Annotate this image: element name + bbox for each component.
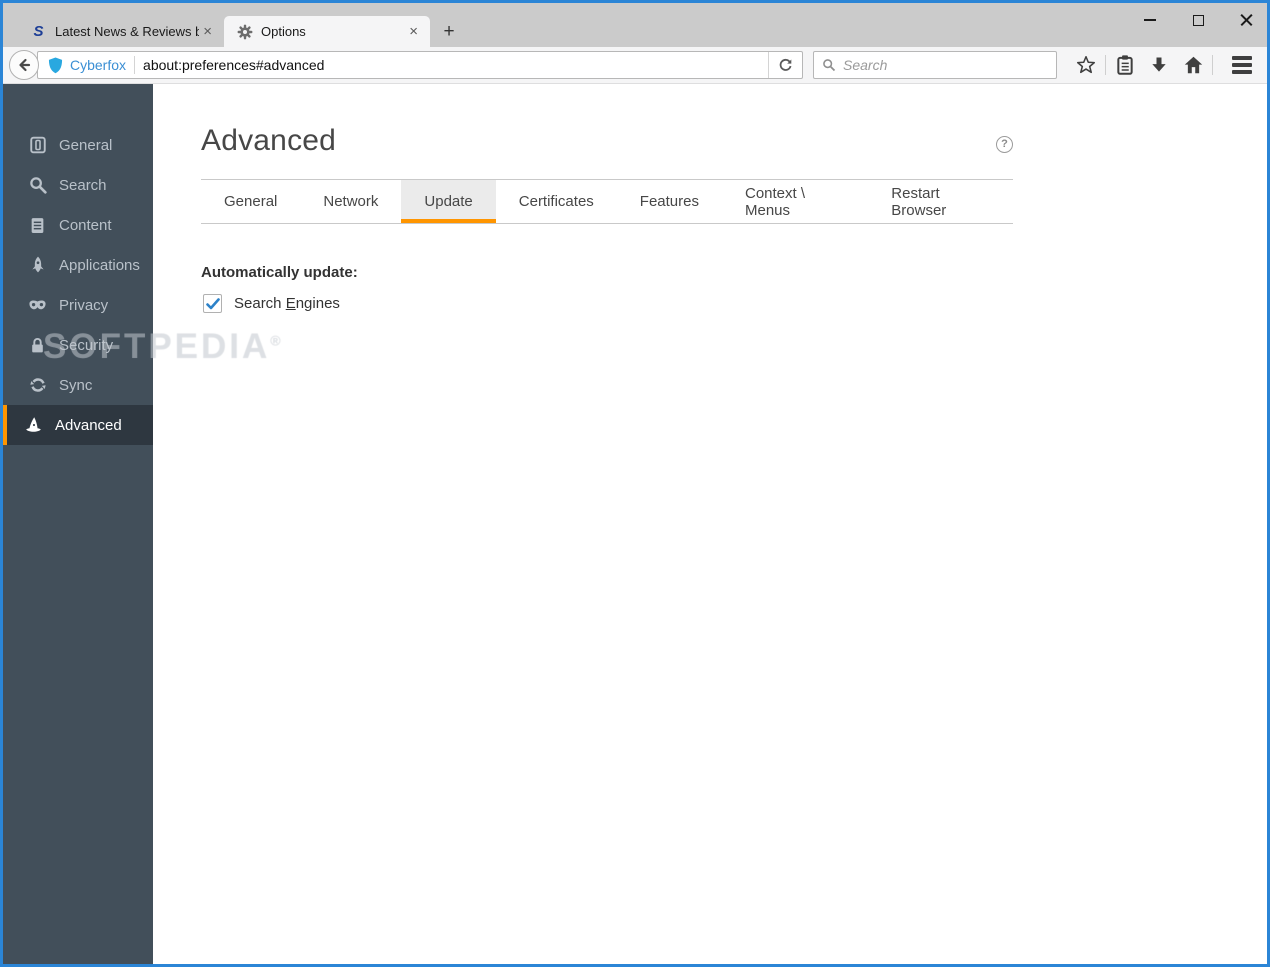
sidebar-item-general[interactable]: General <box>3 125 153 165</box>
search-icon <box>823 59 836 72</box>
minimize-button[interactable] <box>1135 8 1165 32</box>
minimize-icon <box>1144 19 1156 21</box>
sidebar-label: Security <box>59 336 114 354</box>
search-placeholder: Search <box>843 57 888 73</box>
section-heading: Automatically update: <box>201 264 358 281</box>
url-bar[interactable]: Cyberfox about:preferences#advanced <box>37 51 803 79</box>
help-button[interactable]: ? <box>996 135 1013 153</box>
search-bar[interactable]: Search <box>813 51 1057 79</box>
toolbar-separator <box>1105 55 1106 75</box>
hamburger-icon <box>1232 56 1252 74</box>
bookmarks-menu-button[interactable] <box>1108 50 1142 80</box>
sidebar-label: General <box>59 136 113 154</box>
sidebar-item-applications[interactable]: Applications <box>3 245 153 285</box>
switch-icon <box>28 136 47 155</box>
search-engines-row: Search Engines <box>203 294 1013 313</box>
sidebar-label: Advanced <box>55 416 122 434</box>
toolbar-buttons <box>1069 50 1259 80</box>
sidebar-item-privacy[interactable]: Privacy <box>3 285 153 325</box>
lock-icon <box>28 336 47 355</box>
browser-tab-options[interactable]: Options × <box>224 16 430 47</box>
search-engines-checkbox[interactable] <box>203 294 222 313</box>
back-arrow-icon <box>19 58 31 72</box>
sidebar-item-security[interactable]: Security <box>3 325 153 365</box>
shield-icon <box>48 57 63 73</box>
sidebar-item-content[interactable]: Content <box>3 205 153 245</box>
sidebar-label: Sync <box>59 376 93 394</box>
tab-title: Options <box>261 24 306 39</box>
magnifier-icon <box>28 176 47 195</box>
subtab-features[interactable]: Features <box>617 180 722 223</box>
clipboard-icon <box>1117 55 1133 75</box>
sync-icon <box>28 376 47 395</box>
back-button[interactable] <box>9 50 39 80</box>
close-icon <box>1240 14 1253 27</box>
home-button[interactable] <box>1176 50 1210 80</box>
advanced-subtabs: General Network Update Certificates Feat… <box>201 179 1013 224</box>
menu-button[interactable] <box>1225 50 1259 80</box>
identity-label: Cyberfox <box>70 57 127 73</box>
tab-title: Latest News & Reviews by... <box>55 24 200 39</box>
preferences-sidebar: General Search Content Applications Priv… <box>3 84 153 964</box>
sidebar-label: Search <box>59 176 107 194</box>
titlebar: S Latest News & Reviews by... × Options … <box>3 3 1267 47</box>
sidebar-label: Privacy <box>59 296 109 314</box>
new-tab-button[interactable]: + <box>432 16 466 47</box>
subtab-restart-browser[interactable]: Restart Browser <box>868 180 1013 223</box>
gear-icon <box>236 23 253 40</box>
url-text[interactable]: about:preferences#advanced <box>143 57 768 73</box>
subtab-context-menus[interactable]: Context \ Menus <box>722 180 868 223</box>
update-section: Automatically update: Search Engines <box>201 264 1013 313</box>
rocket-icon <box>28 256 47 275</box>
sidebar-label: Applications <box>59 256 140 274</box>
downloads-button[interactable] <box>1142 50 1176 80</box>
subtab-general[interactable]: General <box>201 180 300 223</box>
subtab-network[interactable]: Network <box>300 180 401 223</box>
navigation-toolbar: Cyberfox about:preferences#advanced Sear… <box>3 47 1267 84</box>
checkmark-icon <box>205 297 220 309</box>
page-title: Advanced <box>201 124 337 157</box>
subtab-update[interactable]: Update <box>401 180 496 223</box>
home-icon <box>1184 56 1202 74</box>
wizard-hat-icon <box>24 416 43 435</box>
subtab-certificates[interactable]: Certificates <box>496 180 617 223</box>
close-button[interactable] <box>1231 8 1261 32</box>
softpedia-favicon-icon: S <box>33 23 44 40</box>
urlbar-separator <box>134 56 136 74</box>
bookmark-star-button[interactable] <box>1069 50 1103 80</box>
sidebar-label: Content <box>59 216 112 234</box>
sidebar-item-advanced[interactable]: Advanced <box>3 405 153 445</box>
star-icon <box>1076 55 1096 74</box>
content-area: SOFTPEDIA® General Search Content Applic… <box>3 84 1267 964</box>
tab-close-icon[interactable]: × <box>405 23 422 40</box>
checkbox-label[interactable]: Search Engines <box>234 295 340 312</box>
toolbar-separator <box>1212 55 1213 75</box>
download-arrow-icon <box>1152 57 1166 72</box>
main-panel: Advanced ? General Network Update Certif… <box>153 84 1267 964</box>
mask-icon <box>28 296 47 315</box>
maximize-icon <box>1192 14 1204 26</box>
document-icon <box>28 216 47 235</box>
main-header: Advanced ? <box>201 124 1013 158</box>
reload-button[interactable] <box>768 52 802 78</box>
maximize-button[interactable] <box>1183 8 1213 32</box>
reload-icon <box>779 58 792 71</box>
browser-tab-softpedia[interactable]: S Latest News & Reviews by... × <box>18 16 224 47</box>
sidebar-item-search[interactable]: Search <box>3 165 153 205</box>
sidebar-item-sync[interactable]: Sync <box>3 365 153 405</box>
window-controls <box>1135 7 1261 33</box>
tab-close-icon[interactable]: × <box>199 23 216 40</box>
